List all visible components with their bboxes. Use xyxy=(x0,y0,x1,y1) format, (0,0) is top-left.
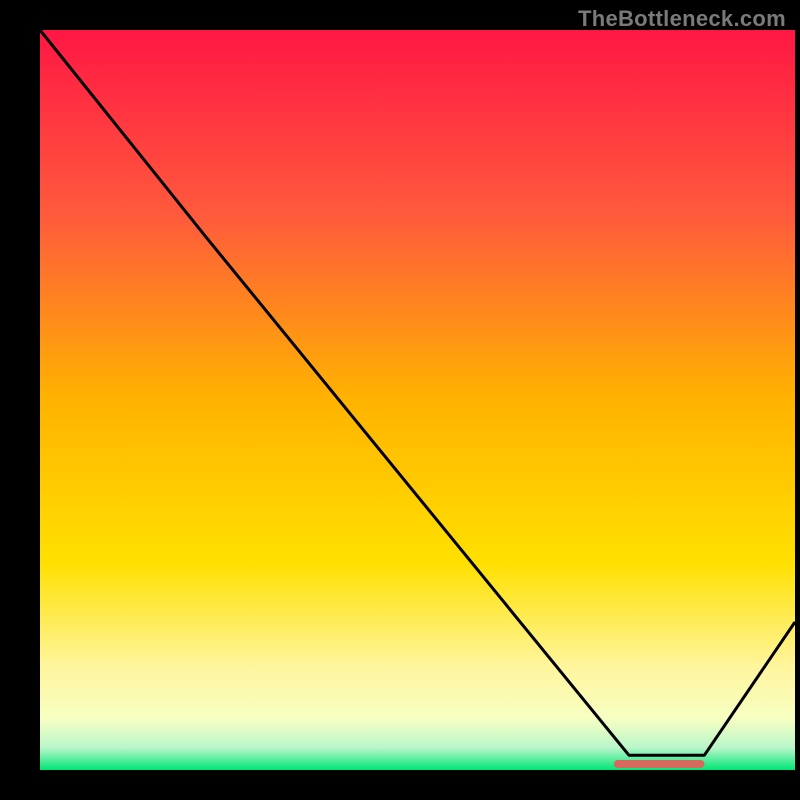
gradient-background xyxy=(40,30,795,770)
bottleneck-chart xyxy=(0,0,800,800)
minimum-band xyxy=(614,760,705,768)
chart-frame: TheBottleneck.com xyxy=(0,0,800,800)
